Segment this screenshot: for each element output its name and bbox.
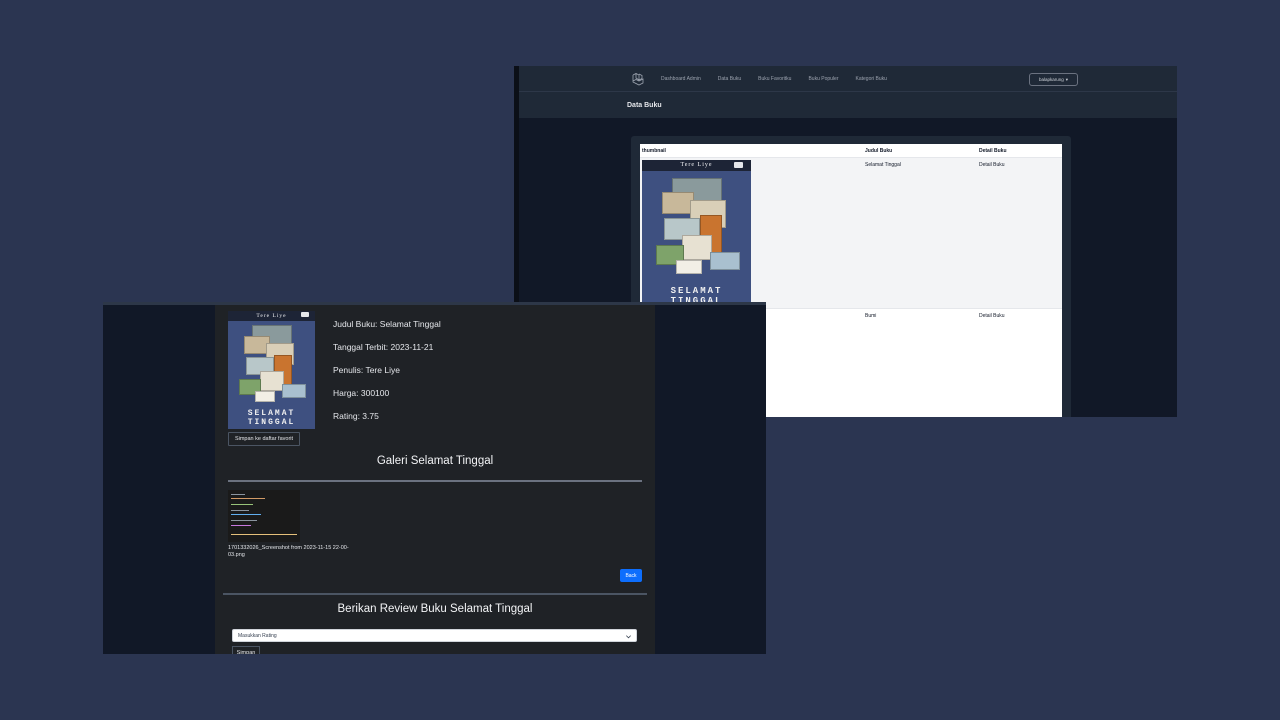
cover-title: SELAMAT TINGGAL (247, 409, 296, 427)
nav-data-buku[interactable]: Data Buku (718, 76, 741, 82)
page-header: Data Buku (519, 92, 1177, 118)
divider (223, 593, 647, 595)
header-judul-buku: Judul Buku (865, 148, 893, 154)
book-cover-image: Tere Liye SELAMAT TINGGAL (642, 160, 751, 308)
page-title: Data Buku (627, 101, 662, 109)
table-row: Tere Liye SELAMAT TINGGAL Selamat Tingga… (640, 158, 1062, 309)
laravel-logo-icon[interactable] (631, 72, 645, 86)
gallery-thumbnail[interactable] (228, 490, 300, 542)
book-detail-content: Tere Liye SELAMAT TINGGAL Judul Buku: Se… (215, 305, 655, 654)
publisher-logo-icon (301, 312, 309, 317)
cell-judul: Bumi (865, 313, 877, 319)
nav-links: Dashboard Admin Data Buku Buku Favoritku… (661, 66, 904, 92)
info-harga: Harga: 300100 (333, 388, 390, 398)
info-judul: Judul Buku: Selamat Tinggal (333, 319, 441, 329)
table-header-row: thumbnail Judul Buku Detail Buku (640, 144, 1062, 158)
gallery-caption: 1701332026_Screenshot from 2023-11-15 22… (228, 545, 349, 558)
publisher-logo-icon (734, 162, 743, 168)
review-title: Berikan Review Buku Selamat Tinggal (337, 603, 533, 615)
nav-buku-populer[interactable]: Buku Populer (808, 76, 838, 82)
nav-buku-favoritku[interactable]: Buku Favoritku (758, 76, 791, 82)
nav-dashboard-admin[interactable]: Dashboard Admin (661, 76, 701, 82)
save-favorite-button[interactable]: Simpan ke daftar favorit (228, 432, 300, 446)
detail-buku-link[interactable]: Detail Buku (979, 313, 1005, 319)
book-detail-window: Tere Liye SELAMAT TINGGAL Judul Buku: Se… (103, 302, 766, 654)
rating-select-label: Masukkan Rating (238, 632, 277, 639)
user-menu-label: balapkarung (1038, 77, 1064, 82)
info-tanggal-terbit: Tanggal Terbit: 2023-11-21 (333, 342, 434, 352)
info-penulis: Penulis: Tere Liye (333, 365, 400, 375)
cell-judul: Selamat Tinggal (865, 162, 901, 168)
save-review-button[interactable]: Simpan (232, 646, 260, 654)
info-rating: Rating: 3.75 (333, 411, 379, 421)
rating-select[interactable]: Masukkan Rating (232, 629, 637, 642)
gallery-title: Galeri Selamat Tinggal (376, 455, 494, 467)
user-menu-button[interactable]: balapkarung ▾ (1029, 73, 1078, 86)
header-thumbnail: thumbnail (642, 148, 666, 154)
divider (228, 480, 642, 482)
chevron-down-icon (626, 635, 631, 639)
nav-kategori-buku[interactable]: Kategori Buku (856, 76, 887, 82)
back-button[interactable]: Back (620, 569, 642, 582)
detail-buku-link[interactable]: Detail Buku (979, 162, 1005, 168)
chevron-down-icon: ▾ (1065, 76, 1069, 82)
top-navbar: Dashboard Admin Data Buku Buku Favoritku… (519, 66, 1177, 92)
header-detail-buku: Detail Buku (979, 148, 1007, 154)
book-cover-image: Tere Liye SELAMAT TINGGAL (228, 311, 315, 429)
